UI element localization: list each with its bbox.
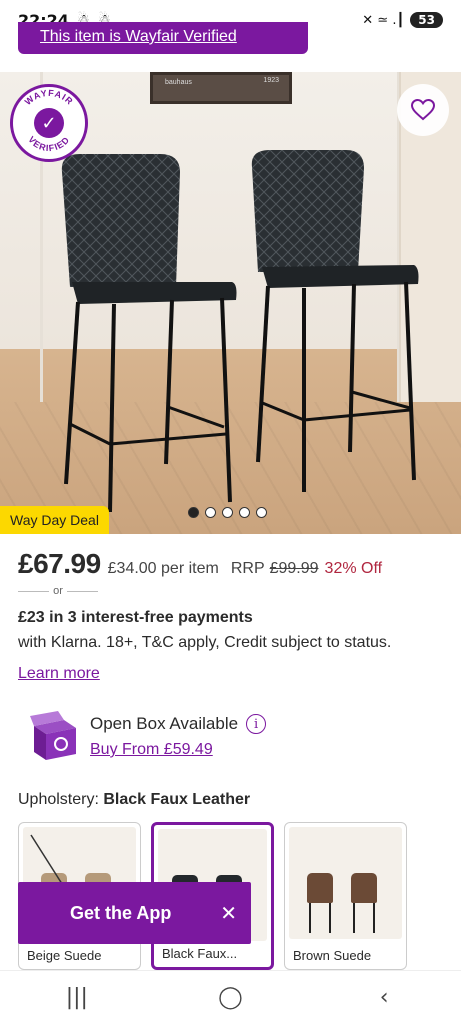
divider-line xyxy=(18,590,50,592)
sale-price: £67.99 xyxy=(18,548,101,579)
swatch-brown-suede[interactable]: Brown Suede xyxy=(284,822,407,970)
recent-apps-button[interactable]: ||| xyxy=(47,985,107,1010)
seal-text-top: WAYFAIR xyxy=(23,88,75,107)
upholstery-selected: Black Faux Leather xyxy=(103,791,251,808)
mini-chair xyxy=(307,851,333,933)
battery-icon: 53 xyxy=(410,12,443,28)
upholstery-option-label: Upholstery: Black Faux Leather xyxy=(18,791,250,809)
carousel-dot[interactable] xyxy=(256,507,267,518)
home-button[interactable]: ◯ xyxy=(200,985,260,1010)
mini-chair xyxy=(351,851,377,933)
close-icon[interactable]: ✕ xyxy=(220,901,237,926)
wayfair-verified-seal: WAYFAIR VERIFIED ✓ xyxy=(10,84,88,162)
system-nav-bar: ||| ◯ ‹ xyxy=(0,970,461,1024)
signal-icons: ✕ ≃ .┃ xyxy=(362,12,405,28)
or-divider: or xyxy=(18,585,98,597)
or-text: or xyxy=(53,585,63,597)
price-row: £67.99 £34.00 per item RRP £99.99 32% Of… xyxy=(18,548,443,580)
price-per-item: £34.00 per item xyxy=(107,560,219,577)
back-button[interactable]: ‹ xyxy=(354,985,414,1010)
product-image[interactable]: bauhaus 1923 WAYFAIR VERIFIED ✓ Way Day … xyxy=(0,72,461,534)
carousel-dot[interactable] xyxy=(205,507,216,518)
klarna-description: with Klarna. 18+, T&C apply, Credit subj… xyxy=(18,634,392,651)
swatch-label: Brown Suede xyxy=(293,948,372,963)
upholstery-label: Upholstery: xyxy=(18,791,99,808)
image-carousel-dots[interactable] xyxy=(188,507,267,518)
svg-text:WAYFAIR: WAYFAIR xyxy=(23,88,76,107)
divider-line xyxy=(66,590,98,592)
open-box-title: Open Box Available i xyxy=(90,714,267,734)
heart-icon xyxy=(411,99,435,121)
swatch-image xyxy=(289,827,402,939)
info-icon[interactable]: i xyxy=(246,714,267,734)
carousel-dot[interactable] xyxy=(188,507,199,518)
seal-ring-text: WAYFAIR VERIFIED xyxy=(23,88,76,153)
svg-text:VERIFIED: VERIFIED xyxy=(26,134,71,153)
way-day-deal-badge: Way Day Deal xyxy=(0,506,109,534)
open-box-icon xyxy=(30,711,76,760)
verified-banner-label[interactable]: This item is Wayfair Verified xyxy=(40,28,237,46)
swatch-label: Beige Suede xyxy=(27,948,102,963)
wayfair-verified-banner[interactable]: This item is Wayfair Verified xyxy=(18,22,308,54)
rrp-value: £99.99 xyxy=(269,560,319,577)
status-right: ✕ ≃ .┃ 53 xyxy=(362,12,443,28)
get-app-label[interactable]: Get the App xyxy=(70,903,171,924)
discount-percent: 32% Off xyxy=(324,560,383,577)
favorite-button[interactable] xyxy=(397,84,449,136)
klarna-installments: £23 in 3 interest-free payments xyxy=(18,609,253,626)
learn-more-link[interactable]: Learn more xyxy=(18,665,100,683)
buy-open-box-link[interactable]: Buy From £59.49 xyxy=(90,741,213,759)
get-the-app-banner[interactable]: Get the App ✕ xyxy=(18,882,251,944)
swatch-label: Black Faux... xyxy=(162,946,238,961)
seal-text-bottom: VERIFIED xyxy=(26,134,70,153)
carousel-dot[interactable] xyxy=(239,507,250,518)
carousel-dot[interactable] xyxy=(222,507,233,518)
rrp-label: RRP xyxy=(230,560,265,577)
open-box-label: Open Box Available xyxy=(90,714,239,733)
